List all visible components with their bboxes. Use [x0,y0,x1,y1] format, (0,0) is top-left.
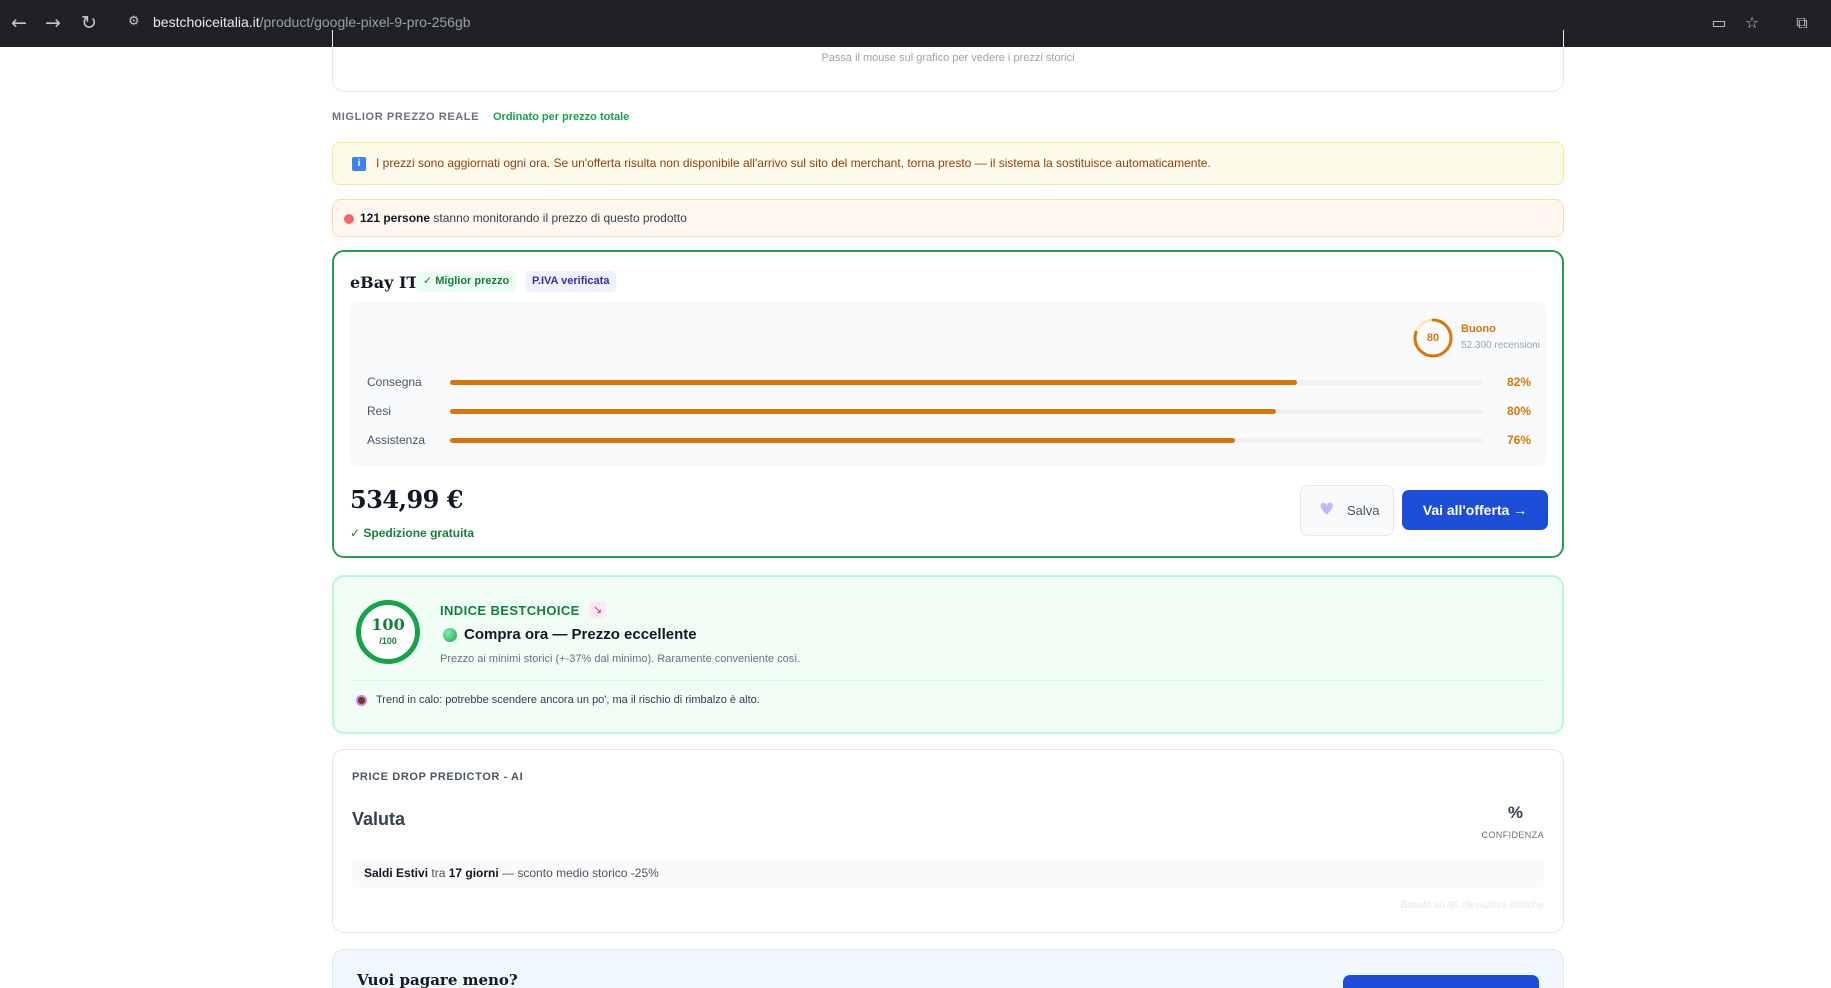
metric-track [450,380,1483,385]
bookmark-star-icon[interactable]: ☆ [1741,12,1763,34]
metric-label: Consegna [367,375,422,389]
best-price-badge: ✓ Miglior prezzo [416,271,517,292]
confidence-label: CONFIDENZA [1481,830,1544,840]
metric-track [450,438,1483,443]
index-title: INDICE BESTCHOICE [440,603,580,618]
info-notice-text: I prezzi sono aggiornati ogni ora. Se un… [376,156,1211,170]
heart-icon: ♥ [1319,500,1335,520]
metric-label: Assistenza [367,433,426,447]
predictor-title: PRICE DROP PREDICTOR - AI [352,771,524,783]
bestchoice-index-card: 100 /100 INDICE BESTCHOICE ↘ Compra ora … [332,575,1564,734]
index-description: Prezzo ai minimi storici (+-37% dal mini… [440,653,801,665]
metric-assistenza: Assistenza 76% [367,433,1531,447]
save-label: Salva [1347,503,1380,518]
shipping-info: ✓ Spedizione gratuita [350,526,475,540]
index-score: 100 [371,615,405,634]
pay-less-title: Vuoi pagare meno? [357,971,518,988]
go-to-offer-button[interactable]: Vai all'offerta → [1402,490,1548,530]
upcoming-sale-text: Saldi Estivi tra 17 giorni — sconto medi… [364,866,659,880]
rating-gauge-label: 80 [1412,317,1454,359]
merchant-rating-panel: 80 Buono 52.300 recensioni Consegna 82% … [350,302,1546,466]
index-verdict: Compra ora — Prezzo eccellente [464,626,697,643]
extensions-icon[interactable]: ⧉ [1791,12,1813,34]
pay-less-button[interactable] [1343,975,1539,988]
metric-percent: 80% [1506,404,1531,418]
offer-price: 534,99 € [350,485,463,514]
section-title: MIGLIOR PREZZO REALE [332,111,480,123]
metric-consegna: Consegna 82% [367,375,1531,389]
metric-fill [450,380,1298,385]
chart-hint: Passa il mouse sul grafico per vedere i … [821,52,1075,64]
live-dot-icon [344,214,354,224]
merchant-name: eBay IT [350,273,419,292]
sort-label: Ordinato per prezzo totale [493,111,630,123]
back-icon[interactable]: ← [8,12,30,34]
url-text[interactable]: bestchoiceitalia.it/product/google-pixel… [153,14,471,30]
index-score-ring: 100 /100 [356,600,420,664]
predictor-headline: Valuta [352,809,406,829]
watchers-notice: 121 persone stanno monitorando il prezzo… [332,199,1564,237]
predictor-footnote: Basato su 90 rilevazioni storiche [1400,900,1544,911]
rating-label: Buono [1461,323,1496,335]
info-notice: i I prezzi sono aggiornati ogni ora. Se … [332,142,1564,185]
metric-fill [450,409,1277,414]
metric-resi: Resi 80% [367,404,1531,418]
cast-icon[interactable]: ▭ [1708,12,1730,34]
watchers-text: 121 persone stanno monitorando il prezzo… [360,211,687,225]
reload-icon[interactable]: ↻ [78,12,100,34]
trend-icon [356,695,367,706]
metric-fill [450,438,1236,443]
chart-down-icon: ↘ [589,602,606,618]
forward-icon[interactable]: → [42,12,64,34]
index-score-max: /100 [379,636,397,646]
offer-card: eBay IT ✓ Miglior prezzo P.IVA verificat… [332,250,1564,558]
metric-track [450,409,1483,414]
save-button[interactable]: ♥ Salva [1300,485,1394,536]
site-info-icon[interactable]: ⚙ [128,13,146,31]
upcoming-sale-row: Saldi Estivi tra 17 giorni — sconto medi… [352,858,1544,888]
confidence-value: % [1507,803,1523,822]
metric-label: Resi [367,404,392,418]
divider [352,680,1544,681]
green-circle-icon [443,628,457,642]
price-drop-predictor-card: PRICE DROP PREDICTOR - AI Valuta % CONFI… [332,749,1564,933]
price-history-card: Passa il mouse sul grafico per vedere i … [332,30,1564,92]
trend-text: Trend in calo: potrebbe scendere ancora … [376,694,760,706]
metric-percent: 76% [1506,433,1531,447]
review-count: 52.300 recensioni [1461,340,1540,351]
rating-score: 80 [1426,332,1440,344]
pay-less-card: Vuoi pagare meno? [332,949,1564,988]
info-icon: i [352,157,366,171]
metric-percent: 82% [1506,375,1531,389]
vat-verified-badge: P.IVA verificata [525,271,617,292]
